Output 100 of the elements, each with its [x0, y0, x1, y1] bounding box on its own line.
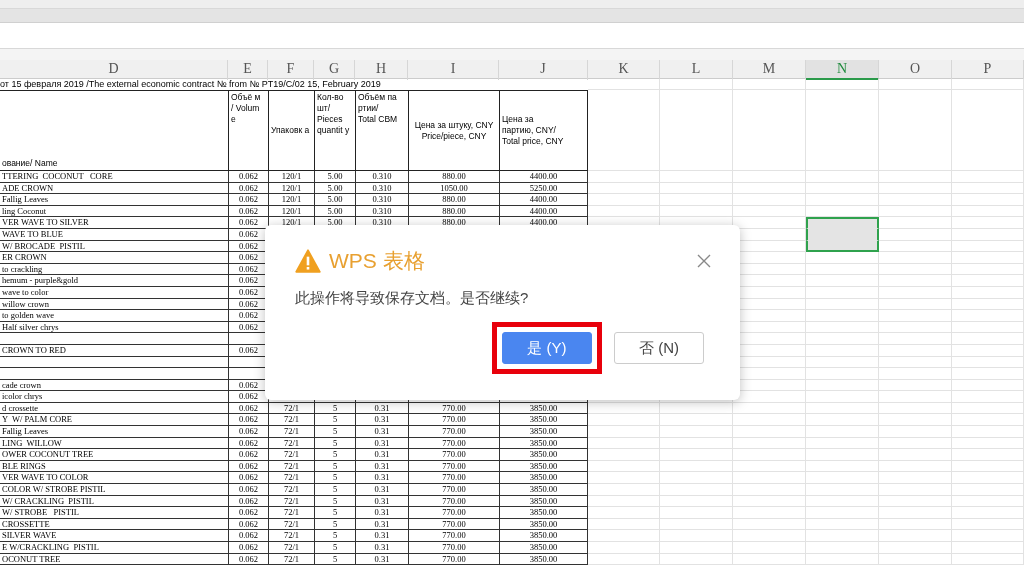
table-cell: LING WILLOW	[2, 437, 62, 448]
no-button[interactable]: 否 (N)	[614, 332, 704, 364]
table-cell: ER CROWN	[2, 252, 47, 263]
table-cell: 0.31	[374, 518, 390, 529]
empty-cell	[952, 391, 1024, 403]
empty-cell	[952, 310, 1024, 322]
table-cell: 4400.00	[529, 205, 558, 216]
table-cell: 0.31	[374, 449, 390, 460]
table-cell: OWER COCONUT TREE	[2, 449, 94, 460]
table-cell: 0.31	[374, 542, 390, 552]
empty-cell	[952, 530, 1024, 542]
table-cell: 770.00	[442, 518, 466, 529]
table-cell: 72/1	[283, 484, 300, 495]
table-cell: 72/1	[283, 437, 300, 448]
table-cell: 120/1	[281, 171, 302, 181]
column-header[interactable]: I	[408, 60, 499, 80]
empty-cell	[952, 344, 1024, 357]
empty-cell	[952, 194, 1024, 206]
table-cell: 770.00	[442, 553, 466, 564]
empty-cell	[952, 171, 1024, 183]
table-cell: 4400.00	[529, 171, 558, 181]
table-cell: 3850.00	[529, 553, 558, 564]
table-cell: 770.00	[442, 495, 466, 506]
table-cell: 770.00	[442, 402, 466, 413]
column-header[interactable]: K	[588, 60, 660, 80]
empty-cell	[588, 518, 660, 531]
table-cell: 0.310	[372, 217, 392, 228]
table-cell: 0.062	[238, 171, 259, 181]
column-header[interactable]: F	[268, 60, 314, 80]
column-header[interactable]: N	[806, 60, 879, 80]
close-icon[interactable]	[696, 253, 712, 269]
table-cell: 5	[332, 553, 338, 564]
table-cell: 5	[332, 437, 338, 448]
table-cell: 72/1	[283, 472, 300, 483]
table-cell: 72/1	[283, 495, 300, 506]
table-cell: 0.062	[238, 298, 259, 309]
table-cell: 120/1	[281, 205, 302, 216]
table-cell: CROWN TO RED	[2, 344, 66, 355]
table-cell: to crackling	[2, 263, 43, 274]
empty-cell	[588, 530, 660, 542]
column-heading: Объём па ртии/ Total CBM	[358, 92, 398, 125]
table-cell: 0.310	[372, 194, 392, 205]
empty-cell	[588, 437, 660, 450]
table-cell: 0.062	[238, 205, 259, 216]
empty-cell	[952, 228, 1024, 241]
table-cell: 0.31	[374, 484, 390, 495]
table-cell: 0.31	[374, 472, 390, 483]
table-cell: 0.31	[374, 507, 390, 518]
empty-cell	[588, 472, 660, 485]
table-cell: 72/1	[283, 507, 300, 518]
empty-cell	[588, 507, 660, 519]
empty-cell	[952, 437, 1024, 450]
table-cell: 0.31	[374, 437, 390, 448]
column-header[interactable]: L	[660, 60, 733, 80]
empty-cell	[952, 368, 1024, 380]
empty-cell	[952, 252, 1024, 264]
table-cell: 0.062	[238, 437, 259, 448]
table-cell: 0.310	[372, 171, 392, 181]
empty-cell	[952, 518, 1024, 531]
table-cell: 770.00	[442, 460, 466, 471]
column-header[interactable]: E	[228, 60, 268, 80]
table-cell: 3850.00	[529, 437, 558, 448]
table-cell: 0.062	[238, 263, 259, 274]
table-cell: Half silver chrys	[2, 321, 59, 332]
empty-cell	[588, 182, 660, 195]
table-cell: 5	[332, 542, 338, 552]
column-heading: ование/ Name	[2, 158, 58, 169]
table-cell: 0.062	[238, 286, 259, 297]
empty-cell	[952, 79, 1024, 90]
table-cell: 5.00	[327, 217, 343, 228]
column-header[interactable]: J	[499, 60, 588, 80]
column-heading: Цена за штуку, CNY Price/piece, CNY	[414, 119, 494, 142]
table-cell: 770.00	[442, 542, 466, 552]
table-cell: 0.062	[238, 484, 259, 495]
empty-cell	[952, 333, 1024, 345]
empty-cell	[952, 449, 1024, 461]
yes-button[interactable]: 是 (Y)	[502, 332, 592, 364]
table-cell: 770.00	[442, 449, 466, 460]
table-cell: ADE CROWN	[2, 182, 54, 193]
column-header[interactable]: P	[952, 60, 1024, 80]
table-cell: 0.31	[374, 402, 390, 413]
table-cell: 4400.00	[529, 217, 558, 228]
table-cell: 120/1	[281, 217, 302, 228]
table-cell: 770.00	[442, 530, 466, 541]
empty-cell	[952, 263, 1024, 276]
table-cell: 0.310	[372, 205, 392, 216]
table-cell: 0.062	[238, 344, 259, 355]
column-header[interactable]: H	[355, 60, 408, 80]
table-cell: 3850.00	[529, 472, 558, 483]
empty-cell	[952, 495, 1024, 508]
table-cell: 0.310	[372, 182, 392, 193]
table-cell: E W/CRACKLING PISTIL	[2, 542, 99, 552]
table-cell: hemum - purple&gold	[2, 275, 78, 286]
table-cell: 5	[332, 518, 338, 529]
column-header[interactable]: D	[0, 60, 228, 80]
table-cell: 0.062	[238, 472, 259, 483]
table-cell: 3850.00	[529, 460, 558, 471]
column-header[interactable]: G	[314, 60, 355, 80]
empty-cell	[952, 460, 1024, 473]
column-header[interactable]: O	[879, 60, 952, 80]
